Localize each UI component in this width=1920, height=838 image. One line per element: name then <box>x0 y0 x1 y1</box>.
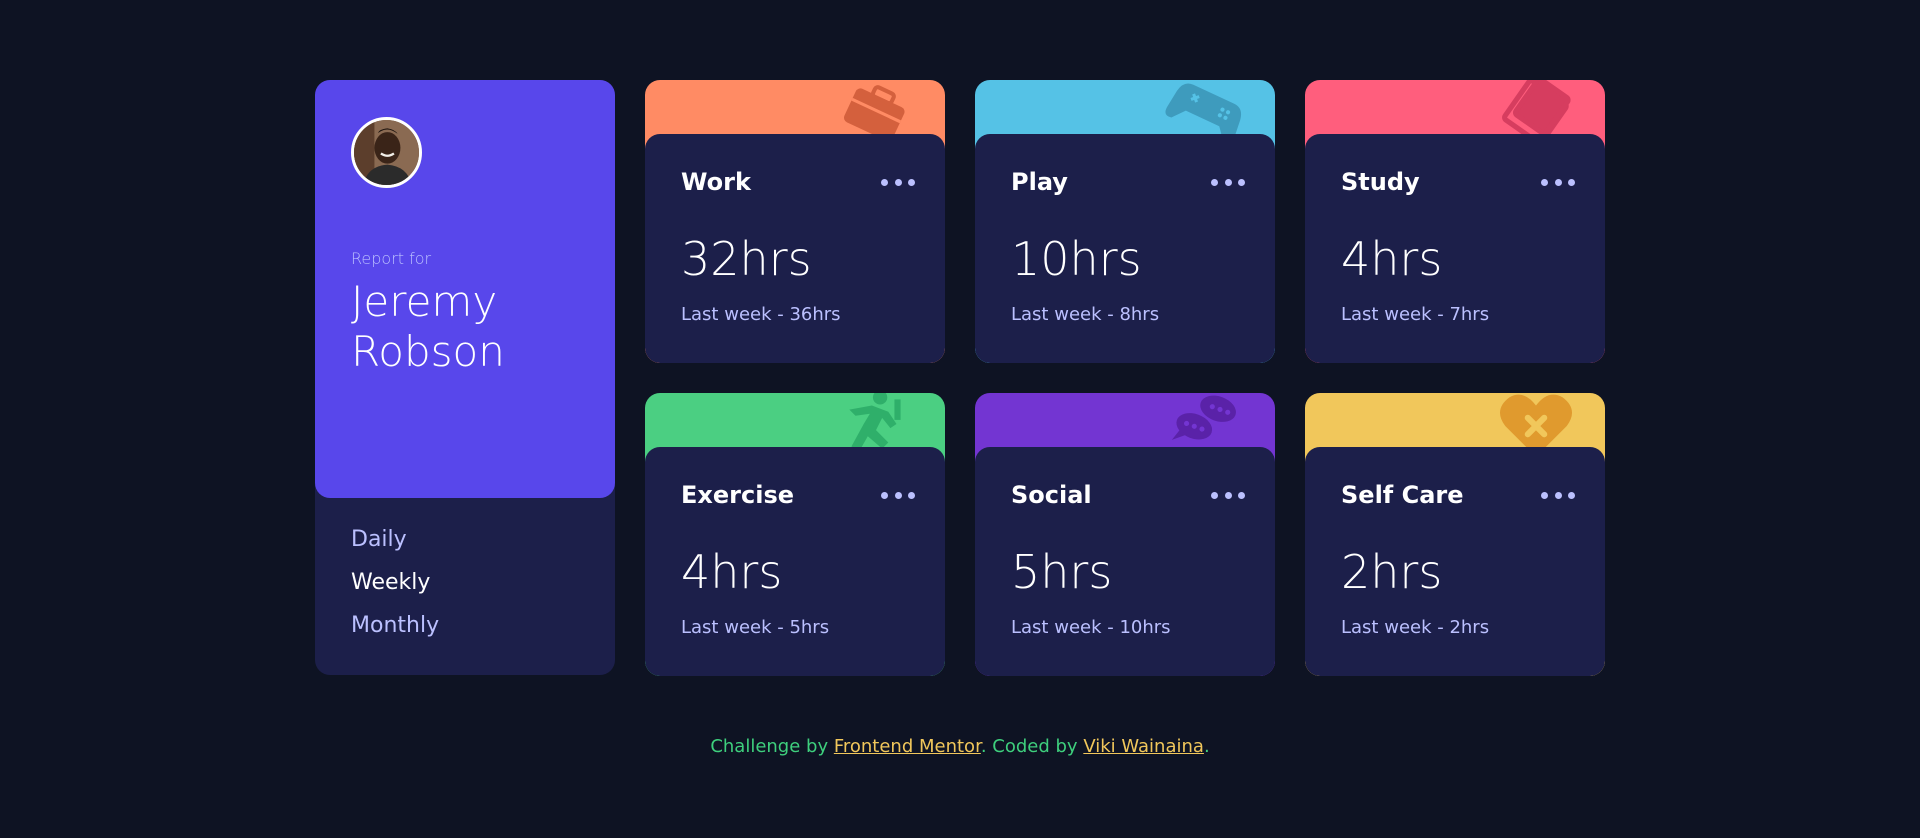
current-hours: 32hrs <box>681 232 812 286</box>
previous-hours: Last week - 2hrs <box>1341 617 1490 638</box>
attribution-footer: Challenge by Frontend Mentor. Coded by V… <box>0 736 1920 757</box>
card-title: Self Care <box>1341 481 1464 509</box>
activity-card-play: Play 10hrs Last week - 8hrs <box>975 80 1275 363</box>
ellipsis-icon[interactable] <box>881 485 915 505</box>
profile-card: Report for Jeremy Robson Daily Weekly Mo… <box>315 80 615 675</box>
card-title: Exercise <box>681 481 795 509</box>
previous-hours: Last week - 36hrs <box>681 304 841 325</box>
footer-middle: . Coded by <box>980 736 1084 757</box>
previous-hours: Last week - 5hrs <box>681 617 830 638</box>
ellipsis-icon[interactable] <box>1211 172 1245 192</box>
author-link[interactable]: Viki Wainaina <box>1083 736 1204 757</box>
period-weekly[interactable]: Weekly <box>351 568 439 611</box>
card-title: Study <box>1341 168 1420 196</box>
previous-hours: Last week - 7hrs <box>1341 304 1490 325</box>
current-hours: 2hrs <box>1341 545 1443 599</box>
card-title: Play <box>1011 168 1068 196</box>
activity-card-work: Work 32hrs Last week - 36hrs <box>645 80 945 363</box>
current-hours: 4hrs <box>681 545 783 599</box>
ellipsis-icon[interactable] <box>1211 485 1245 505</box>
frontend-mentor-link[interactable]: Frontend Mentor <box>834 736 981 757</box>
card-body: Exercise 4hrs Last week - 5hrs <box>645 447 945 676</box>
ellipsis-icon[interactable] <box>1541 172 1575 192</box>
report-for-label: Report for <box>351 249 432 268</box>
activity-card-social: Social 5hrs Last week - 10hrs <box>975 393 1275 676</box>
period-selector: Daily Weekly Monthly <box>351 525 439 654</box>
current-hours: 10hrs <box>1011 232 1142 286</box>
profile-header: Report for Jeremy Robson <box>315 80 615 498</box>
card-body: Social 5hrs Last week - 10hrs <box>975 447 1275 676</box>
activity-card-exercise: Exercise 4hrs Last week - 5hrs <box>645 393 945 676</box>
ellipsis-icon[interactable] <box>1541 485 1575 505</box>
ellipsis-icon[interactable] <box>881 172 915 192</box>
previous-hours: Last week - 10hrs <box>1011 617 1171 638</box>
footer-prefix: Challenge by <box>710 736 834 757</box>
dashboard: Report for Jeremy Robson Daily Weekly Mo… <box>0 0 1920 838</box>
card-title: Social <box>1011 481 1092 509</box>
period-daily[interactable]: Daily <box>351 525 439 568</box>
current-hours: 4hrs <box>1341 232 1443 286</box>
card-body: Work 32hrs Last week - 36hrs <box>645 134 945 363</box>
card-body: Play 10hrs Last week - 8hrs <box>975 134 1275 363</box>
period-monthly[interactable]: Monthly <box>351 611 439 654</box>
avatar <box>351 117 422 188</box>
user-name: Jeremy Robson <box>351 277 505 376</box>
footer-suffix: . <box>1203 736 1210 757</box>
activity-card-study: Study 4hrs Last week - 7hrs <box>1305 80 1605 363</box>
activity-card-self-care: Self Care 2hrs Last week - 2hrs <box>1305 393 1605 676</box>
current-hours: 5hrs <box>1011 545 1113 599</box>
card-body: Study 4hrs Last week - 7hrs <box>1305 134 1605 363</box>
card-title: Work <box>681 168 751 196</box>
previous-hours: Last week - 8hrs <box>1011 304 1160 325</box>
card-body: Self Care 2hrs Last week - 2hrs <box>1305 447 1605 676</box>
